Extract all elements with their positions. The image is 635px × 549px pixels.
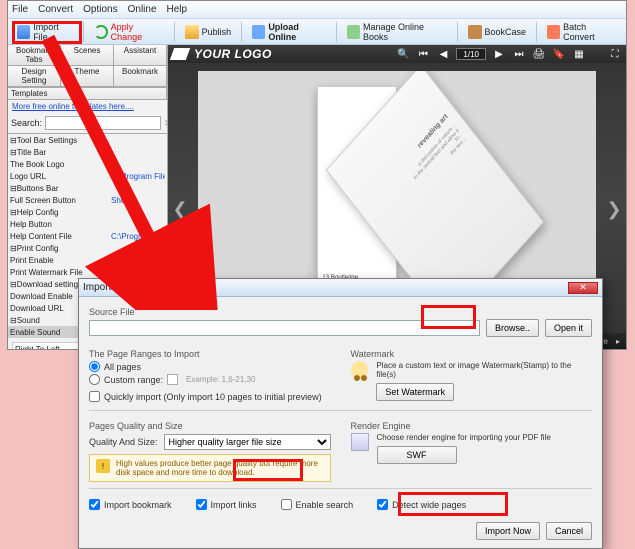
last-page-icon[interactable]: ⏭ [512,48,526,60]
quality-warning: ! High values produce better page qualit… [89,454,331,482]
logo-icon [170,48,190,60]
share-arrow-icon[interactable]: ▸ [616,337,620,346]
toolbar: Import File Apply Change Publish Upload … [8,19,626,45]
range-hint: Example: 1,6-21,30 [186,375,255,384]
set-watermark-button[interactable]: Set Watermark [376,383,454,401]
menu-convert[interactable]: Convert [38,4,73,15]
tree-row[interactable]: Full Screen ButtonShow [8,194,167,206]
tree-row[interactable]: The Book Logo [8,158,167,170]
menu-online[interactable]: Online [128,4,157,15]
import-links-checkbox[interactable] [196,499,207,510]
render-engine-label: Render Engine [351,421,593,431]
dialog-titlebar[interactable]: Import File ✕ [79,279,602,297]
manage-icon [347,25,360,39]
import-links-label: Import links [211,500,257,510]
tree-row[interactable]: ⊟Tool Bar Settings [8,134,167,146]
page-counter[interactable]: 1/10 [456,48,486,60]
import-file-dialog: Import File ✕ Source File Browse.. Open … [78,278,603,549]
watermark-text: Place a custom text or image Watermark(S… [376,361,592,379]
templates-link[interactable]: More free online templates here.... [12,102,134,111]
next-page-icon[interactable]: ▶ [492,48,506,60]
all-pages-label: All pages [104,362,141,372]
print-icon[interactable]: 🖨 [532,48,546,60]
tree-row[interactable]: Help Button [8,218,167,230]
custom-range-input[interactable] [167,374,178,385]
bookcase-icon [468,25,482,39]
dialog-title: Import File [83,282,130,293]
batch-convert-button[interactable]: Batch Convert [540,19,624,45]
refresh-icon [94,25,107,39]
publish-button[interactable]: Publish [178,22,239,42]
tree-row[interactable]: Help Content FileC:\Program Files\... [8,230,167,242]
cancel-button[interactable]: Cancel [546,522,592,540]
detect-wide-label: Detect wide pages [392,500,466,510]
all-pages-radio[interactable] [89,361,100,372]
enable-search-checkbox[interactable] [281,499,292,510]
quality-label: Quality And Size: [89,437,158,447]
tree-row[interactable]: ⊟Buttons Bar [8,182,167,194]
menu-file[interactable]: File [12,4,28,15]
publish-icon [185,25,199,39]
import-now-button[interactable]: Import Now [476,522,540,540]
import-bookmark-label: Import bookmark [104,500,172,510]
apply-change-button[interactable]: Apply Change [87,19,171,45]
tab-bookmark[interactable]: Bookmark [114,66,167,87]
tab-bookmark-tabs[interactable]: Bookmark Tabs [8,45,61,66]
render-text: Choose render engine for importing your … [377,433,551,442]
tab-assistant[interactable]: Assistant [114,45,167,66]
menu-options[interactable]: Options [83,4,117,15]
bookcase-button[interactable]: BookCase [461,22,534,42]
viewer-topbar: YOUR LOGO 🔍 ⏮ ◀ 1/10 ▶ ⏭ 🖨 🔖 ▦ ⛶ [168,45,626,63]
source-file-label: Source File [89,307,592,317]
import-icon [17,25,30,39]
upload-icon [252,25,265,39]
tab-theme[interactable]: Theme [61,66,114,87]
browse-button[interactable]: Browse.. [486,319,539,337]
tree-row[interactable]: Print EnableYes [8,254,167,266]
quick-import-checkbox[interactable] [89,391,100,402]
manage-books-button[interactable]: Manage Online Books [340,19,454,45]
tab-design-setting[interactable]: Design Setting [8,66,61,87]
tree-row[interactable]: Logo URLC:\Program Files\... [8,170,167,182]
nav-left-arrow[interactable]: ❮ [172,197,188,221]
watermark-icon [351,361,369,379]
detect-wide-checkbox[interactable] [377,499,388,510]
search-label: Search: [11,118,42,128]
thumbnails-icon[interactable]: ▦ [572,48,586,60]
bookmark-icon[interactable]: 🔖 [552,48,566,60]
custom-range-radio[interactable] [89,374,100,385]
templates-header: Templates [8,87,167,100]
logo-text: YOUR LOGO [194,47,272,61]
open-it-button[interactable]: Open it [545,319,592,337]
batch-icon [547,25,560,39]
first-page-icon[interactable]: ⏮ [416,48,430,60]
tab-scenes[interactable]: Scenes [61,45,114,66]
custom-range-label: Custom range: [104,375,163,385]
search-icon[interactable]: 🔍 [396,48,410,60]
quality-select[interactable]: Higher quality larger file size [164,434,331,450]
page-ranges-label: The Page Ranges to Import [89,349,331,359]
tree-row[interactable]: Print Watermark File [8,266,167,278]
search-input[interactable] [45,116,161,130]
import-file-button[interactable]: Import File [10,19,80,45]
quality-size-label: Pages Quality and Size [89,421,331,431]
close-icon[interactable]: ✕ [568,282,598,294]
warning-icon: ! [96,459,110,473]
watermark-label: Watermark [351,349,593,359]
enable-search-label: Enable search [296,500,354,510]
render-icon [351,433,369,451]
tree-row[interactable]: ⊟Print Config [8,242,167,254]
fullscreen-icon[interactable]: ⛶ [608,48,622,60]
prev-page-icon[interactable]: ◀ [436,48,450,60]
tree-row[interactable]: ⊟Help Config [8,206,167,218]
tree-row[interactable]: ⊟Title Bar [8,146,167,158]
render-engine-button[interactable]: SWF [377,446,457,464]
nav-right-arrow[interactable]: ❯ [606,197,622,221]
menubar: File Convert Options Online Help [8,1,626,19]
import-bookmark-checkbox[interactable] [89,499,100,510]
menu-help[interactable]: Help [167,4,188,15]
quick-import-label: Quickly import (Only import 10 pages to … [104,392,322,402]
upload-online-button[interactable]: Upload Online [245,19,333,45]
source-file-input[interactable] [89,320,480,336]
